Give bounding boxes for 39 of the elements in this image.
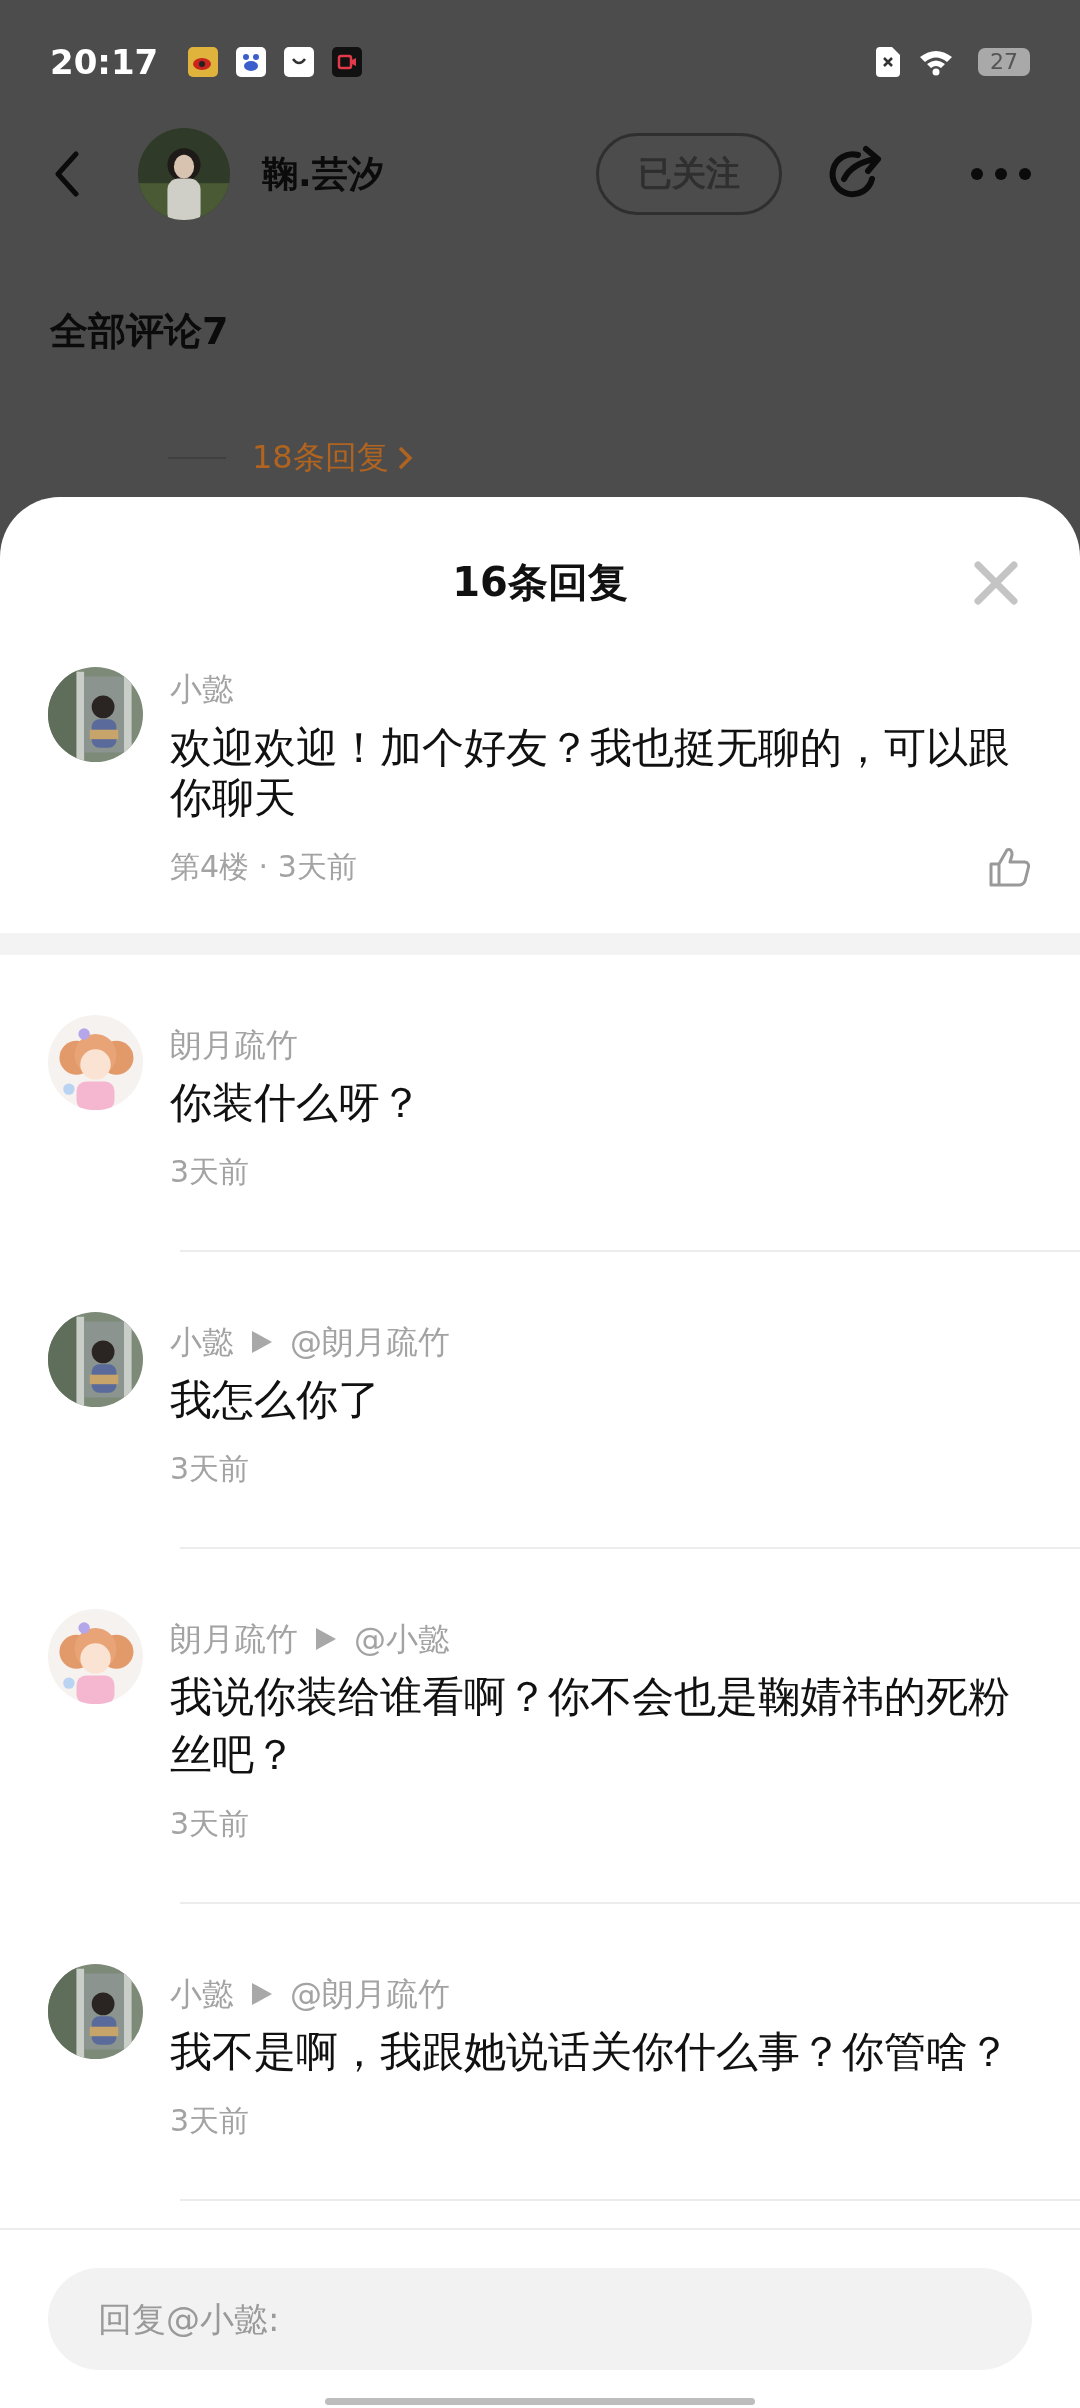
reply-field[interactable]: 回复@小懿: (48, 2268, 1032, 2370)
triangle-icon (252, 1983, 272, 2005)
back-icon[interactable] (54, 151, 80, 197)
sheet-title: 16条回复 (452, 557, 628, 607)
reply-target[interactable]: @小懿 (354, 1617, 450, 1661)
reply-target[interactable]: @朗月疏竹 (290, 1320, 450, 1364)
reply-author[interactable]: 小懿 (170, 1972, 234, 2016)
profile-name[interactable]: 鞠.芸汐 (262, 149, 384, 199)
reply-target[interactable]: @朗月疏竹 (290, 1972, 450, 2016)
reply-author[interactable]: 小懿 (170, 1320, 234, 1364)
triangle-icon (316, 1628, 336, 1650)
reply-time: 3天前 (170, 1450, 251, 1488)
comment-author[interactable]: 小懿 (170, 667, 1032, 711)
triangle-icon (252, 1331, 272, 1353)
chevron-icon (396, 445, 413, 471)
reply-text: 你装什么呀？ (170, 1077, 423, 1129)
replies-link[interactable]: 18条回复 (252, 436, 389, 480)
thumbs-up-icon[interactable] (988, 846, 1032, 888)
reply-author[interactable]: 朗月疏竹 (170, 1023, 298, 1067)
status-time: 20:17 (50, 42, 159, 82)
reply-text: 我不是啊，我跟她说话关你什么事？你管啥？ (170, 2026, 1011, 2078)
comment-meta: 第4楼 · 3天前 (170, 848, 357, 886)
battery-level-text: 27 (990, 51, 1018, 73)
more-icon[interactable] (970, 167, 1032, 181)
reply-text: 我说你装给谁看啊？你不会也是鞠婧祎的死粉丝吧？ (170, 1671, 1011, 1781)
comments-heading: 全部评论7 (49, 308, 230, 355)
reply-time: 3天前 (170, 1805, 251, 1843)
eye-app-icon (188, 47, 219, 77)
paw-app-icon (236, 47, 267, 77)
reply-time: 3天前 (170, 2102, 251, 2140)
close-icon[interactable] (974, 561, 1018, 605)
reply-author[interactable]: 朗月疏竹 (170, 1617, 298, 1661)
bag-app-icon (284, 47, 315, 77)
reply-time: 3天前 (170, 1153, 251, 1191)
sim-icon (876, 47, 900, 77)
reply-text: 我怎么你了 (170, 1374, 381, 1426)
comment-text: 欢迎欢迎！加个好友？我也挺无聊的，可以跟你聊天 (170, 723, 1011, 823)
wifi-icon (918, 48, 954, 76)
video-app-icon (332, 47, 363, 77)
